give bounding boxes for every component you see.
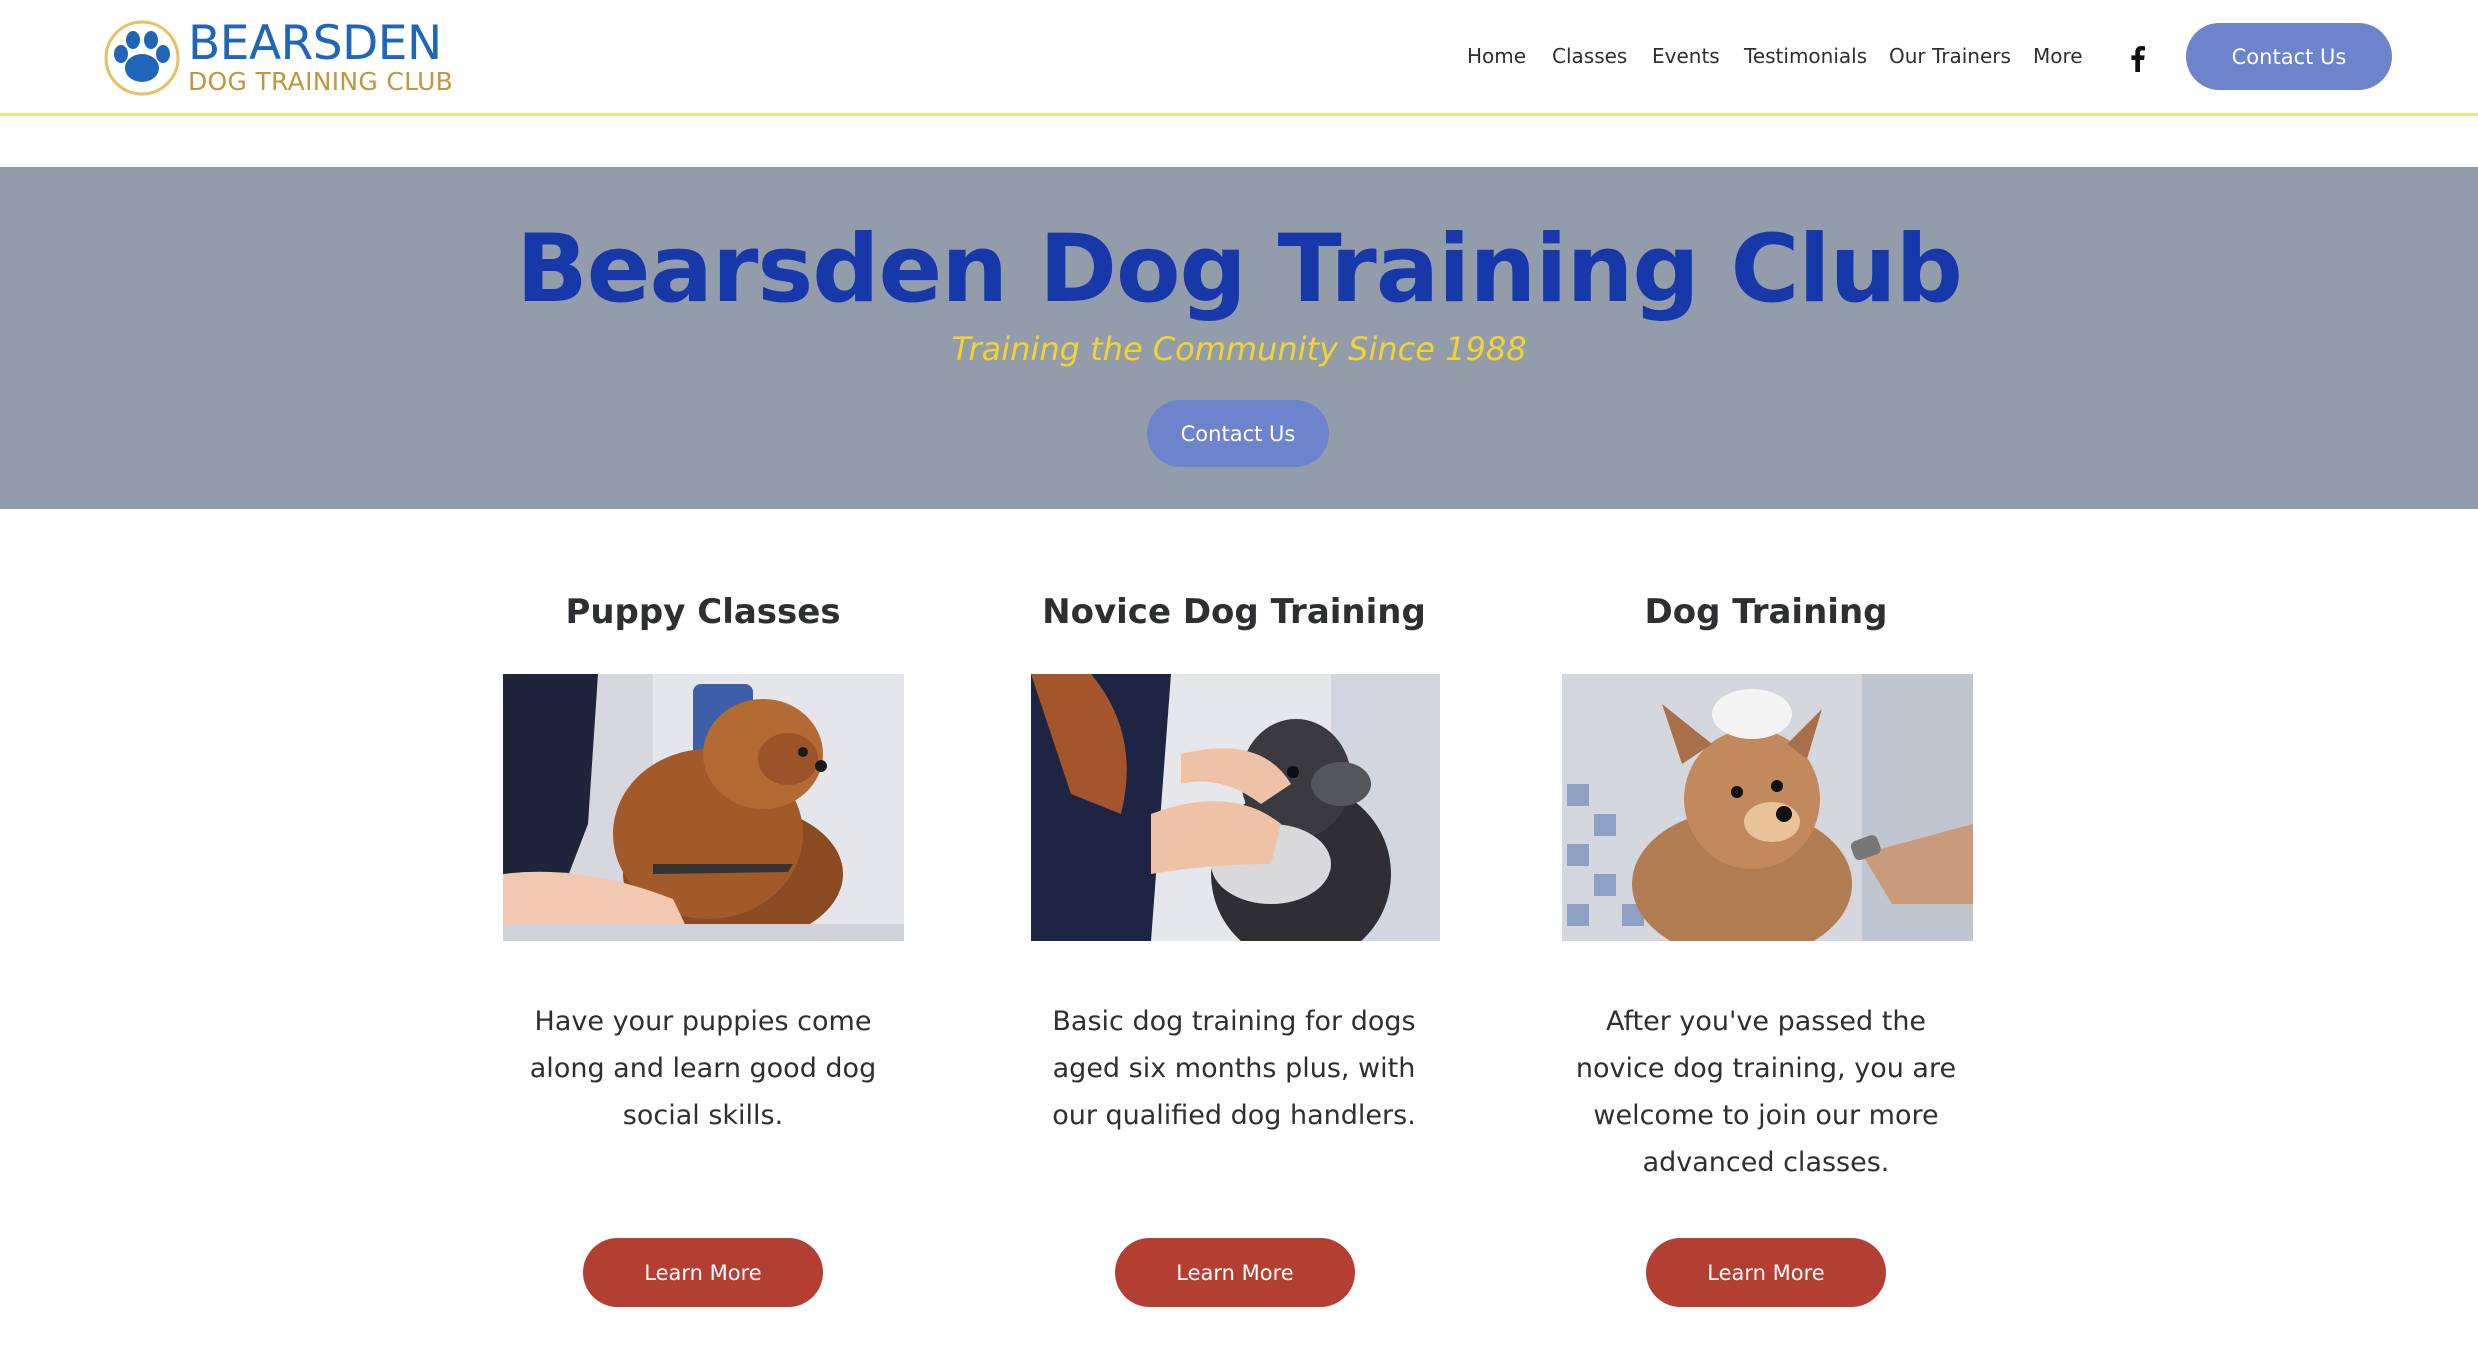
nav-item-home[interactable]: Home <box>1467 44 1526 68</box>
hero-subtitle: Training the Community Since 1988 <box>951 330 1527 368</box>
card-title: Novice Dog Training <box>1042 592 1426 632</box>
hero-title: Bearsden Dog Training Club <box>516 215 1963 324</box>
schnauzer-washing-photo <box>1031 674 1440 941</box>
facebook-icon[interactable] <box>2126 46 2150 72</box>
site-header: BEARSDEN DOG TRAINING CLUB Home Classes … <box>0 0 2478 116</box>
card-title: Dog Training <box>1644 592 1888 632</box>
card-description: After you've passed the novice dog train… <box>1575 1006 1957 1178</box>
nav-item-events[interactable]: Events <box>1652 44 1720 68</box>
learn-more-button[interactable]: Learn More <box>1115 1238 1355 1307</box>
pomeranian-grooming-photo <box>503 674 904 941</box>
nav-item-our-trainers[interactable]: Our Trainers <box>1889 44 2011 68</box>
card-title: Puppy Classes <box>565 592 841 632</box>
hero-banner: Bearsden Dog Training Club Training the … <box>0 167 2478 509</box>
learn-more-button[interactable]: Learn More <box>1646 1238 1886 1307</box>
card-description: Basic dog training for dogs aged six mon… <box>1052 1006 1416 1131</box>
main-nav: Home Classes Events Testimonials Our Tra… <box>0 0 2478 116</box>
hero-contact-button[interactable]: Contact Us <box>1147 400 1329 467</box>
dog-shower-photo <box>1562 674 1973 941</box>
learn-more-button[interactable]: Learn More <box>583 1238 823 1307</box>
nav-item-more[interactable]: More <box>2033 44 2083 68</box>
nav-item-classes[interactable]: Classes <box>1552 44 1627 68</box>
card-description: Have your puppies come along and learn g… <box>529 1006 877 1131</box>
header-contact-button[interactable]: Contact Us <box>2186 23 2392 90</box>
nav-item-testimonials[interactable]: Testimonials <box>1744 44 1867 68</box>
